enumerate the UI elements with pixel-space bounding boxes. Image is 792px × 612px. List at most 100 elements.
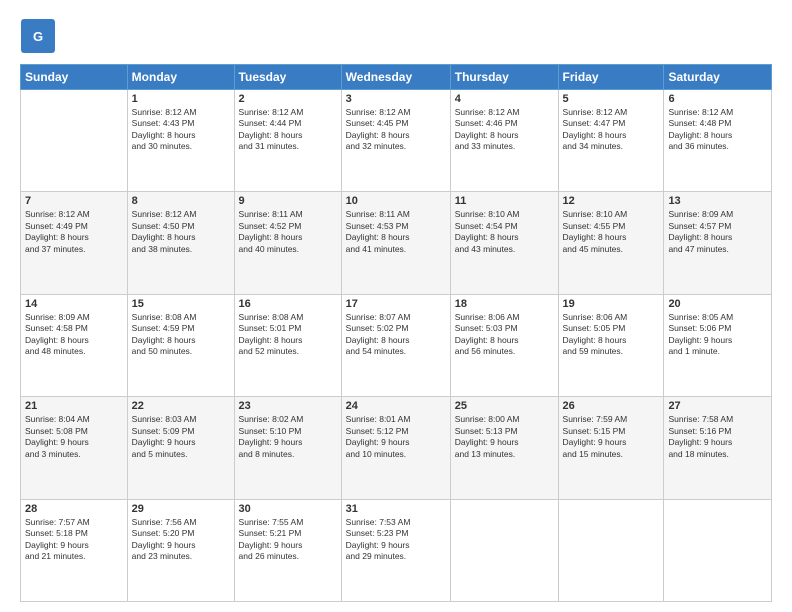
calendar-cell: 14Sunrise: 8:09 AM Sunset: 4:58 PM Dayli… xyxy=(21,294,128,396)
calendar-cell: 6Sunrise: 8:12 AM Sunset: 4:48 PM Daylig… xyxy=(664,90,772,192)
calendar-cell: 7 Sunrise: 8:12 AM Sunset: 4:49 PM Daylig… xyxy=(21,192,128,294)
calendar-cell xyxy=(21,90,128,192)
weekday-header-friday: Friday xyxy=(558,65,664,90)
day-number: 4 xyxy=(455,93,554,105)
cell-content: Sunrise: 8:09 AM Sunset: 4:57 PM Dayligh… xyxy=(668,209,767,255)
weekday-header-monday: Monday xyxy=(127,65,234,90)
calendar-page: G SundayMondayTuesdayWednesdayThursdayFr… xyxy=(0,0,792,612)
cell-content: Sunrise: 8:08 AM Sunset: 4:59 PM Dayligh… xyxy=(132,312,230,358)
day-number: 14 xyxy=(25,298,123,310)
calendar-cell: 26 Sunrise: 7:59 AM Sunset: 5:15 PM Dayli… xyxy=(558,397,664,499)
day-number: 23 xyxy=(239,400,337,412)
calendar-cell: 22Sunrise: 8:03 AM Sunset: 5:09 PM Dayli… xyxy=(127,397,234,499)
cell-content: Sunrise: 8:10 AM Sunset: 4:55 PM Dayligh… xyxy=(563,209,660,255)
calendar-cell: 24 Sunrise: 8:01 AM Sunset: 5:12 PM Dayli… xyxy=(341,397,450,499)
weekday-header-saturday: Saturday xyxy=(664,65,772,90)
day-number: 5 xyxy=(563,93,660,105)
weekday-header-wednesday: Wednesday xyxy=(341,65,450,90)
cell-content: Sunrise: 8:12 AM Sunset: 4:43 PM Dayligh… xyxy=(132,107,230,153)
cell-content: Sunrise: 8:08 AM Sunset: 5:01 PM Dayligh… xyxy=(239,312,337,358)
weekday-header-thursday: Thursday xyxy=(450,65,558,90)
weekday-header-row: SundayMondayTuesdayWednesdayThursdayFrid… xyxy=(21,65,772,90)
cell-content: Sunrise: 8:06 AM Sunset: 5:03 PM Dayligh… xyxy=(455,312,554,358)
calendar-cell xyxy=(664,499,772,601)
day-number: 27 xyxy=(668,400,767,412)
cell-content: Sunrise: 7:53 AM Sunset: 5:23 PM Dayligh… xyxy=(346,517,446,563)
day-number: 3 xyxy=(346,93,446,105)
week-row-3: 14Sunrise: 8:09 AM Sunset: 4:58 PM Dayli… xyxy=(21,294,772,396)
calendar-cell: 12 Sunrise: 8:10 AM Sunset: 4:55 PM Dayli… xyxy=(558,192,664,294)
cell-content: Sunrise: 8:11 AM Sunset: 4:53 PM Dayligh… xyxy=(346,209,446,255)
weekday-header-sunday: Sunday xyxy=(21,65,128,90)
header: G xyxy=(20,18,772,54)
calendar-cell: 19 Sunrise: 8:06 AM Sunset: 5:05 PM Dayli… xyxy=(558,294,664,396)
day-number: 19 xyxy=(563,298,660,310)
calendar-cell: 8Sunrise: 8:12 AM Sunset: 4:50 PM Daylig… xyxy=(127,192,234,294)
cell-content: Sunrise: 8:12 AM Sunset: 4:50 PM Dayligh… xyxy=(132,209,230,255)
week-row-5: 28 Sunrise: 7:57 AM Sunset: 5:18 PM Dayli… xyxy=(21,499,772,601)
cell-content: Sunrise: 8:10 AM Sunset: 4:54 PM Dayligh… xyxy=(455,209,554,255)
weekday-header-tuesday: Tuesday xyxy=(234,65,341,90)
cell-content: Sunrise: 7:57 AM Sunset: 5:18 PM Dayligh… xyxy=(25,517,123,563)
calendar-cell: 11 Sunrise: 8:10 AM Sunset: 4:54 PM Dayli… xyxy=(450,192,558,294)
calendar-cell: 25 Sunrise: 8:00 AM Sunset: 5:13 PM Dayli… xyxy=(450,397,558,499)
cell-content: Sunrise: 8:12 AM Sunset: 4:48 PM Dayligh… xyxy=(668,107,767,153)
calendar-cell: 5 Sunrise: 8:12 AM Sunset: 4:47 PM Daylig… xyxy=(558,90,664,192)
day-number: 29 xyxy=(132,503,230,515)
calendar-cell: 10 Sunrise: 8:11 AM Sunset: 4:53 PM Dayli… xyxy=(341,192,450,294)
day-number: 17 xyxy=(346,298,446,310)
day-number: 12 xyxy=(563,195,660,207)
calendar-cell: 9 Sunrise: 8:11 AM Sunset: 4:52 PM Daylig… xyxy=(234,192,341,294)
day-number: 16 xyxy=(239,298,337,310)
calendar-table: SundayMondayTuesdayWednesdayThursdayFrid… xyxy=(20,64,772,602)
calendar-cell: 16 Sunrise: 8:08 AM Sunset: 5:01 PM Dayli… xyxy=(234,294,341,396)
day-number: 2 xyxy=(239,93,337,105)
day-number: 25 xyxy=(455,400,554,412)
calendar-cell: 4Sunrise: 8:12 AM Sunset: 4:46 PM Daylig… xyxy=(450,90,558,192)
calendar-cell: 27 Sunrise: 7:58 AM Sunset: 5:16 PM Dayli… xyxy=(664,397,772,499)
logo-icon: G xyxy=(20,18,56,54)
day-number: 21 xyxy=(25,400,123,412)
calendar-cell: 21 Sunrise: 8:04 AM Sunset: 5:08 PM Dayli… xyxy=(21,397,128,499)
cell-content: Sunrise: 8:11 AM Sunset: 4:52 PM Dayligh… xyxy=(239,209,337,255)
day-number: 31 xyxy=(346,503,446,515)
day-number: 20 xyxy=(668,298,767,310)
cell-content: Sunrise: 8:05 AM Sunset: 5:06 PM Dayligh… xyxy=(668,312,767,358)
day-number: 11 xyxy=(455,195,554,207)
calendar-cell: 2 Sunrise: 8:12 AM Sunset: 4:44 PM Daylig… xyxy=(234,90,341,192)
calendar-cell: 20 Sunrise: 8:05 AM Sunset: 5:06 PM Dayli… xyxy=(664,294,772,396)
day-number: 24 xyxy=(346,400,446,412)
cell-content: Sunrise: 8:12 AM Sunset: 4:49 PM Dayligh… xyxy=(25,209,123,255)
day-number: 7 xyxy=(25,195,123,207)
day-number: 18 xyxy=(455,298,554,310)
day-number: 9 xyxy=(239,195,337,207)
week-row-4: 21 Sunrise: 8:04 AM Sunset: 5:08 PM Dayli… xyxy=(21,397,772,499)
cell-content: Sunrise: 7:59 AM Sunset: 5:15 PM Dayligh… xyxy=(563,414,660,460)
day-number: 30 xyxy=(239,503,337,515)
day-number: 28 xyxy=(25,503,123,515)
calendar-cell: 17 Sunrise: 8:07 AM Sunset: 5:02 PM Dayli… xyxy=(341,294,450,396)
cell-content: Sunrise: 8:03 AM Sunset: 5:09 PM Dayligh… xyxy=(132,414,230,460)
cell-content: Sunrise: 8:01 AM Sunset: 5:12 PM Dayligh… xyxy=(346,414,446,460)
calendar-cell: 28 Sunrise: 7:57 AM Sunset: 5:18 PM Dayli… xyxy=(21,499,128,601)
week-row-2: 7 Sunrise: 8:12 AM Sunset: 4:49 PM Daylig… xyxy=(21,192,772,294)
day-number: 26 xyxy=(563,400,660,412)
calendar-cell: 1 Sunrise: 8:12 AM Sunset: 4:43 PM Daylig… xyxy=(127,90,234,192)
day-number: 1 xyxy=(132,93,230,105)
cell-content: Sunrise: 7:58 AM Sunset: 5:16 PM Dayligh… xyxy=(668,414,767,460)
cell-content: Sunrise: 8:12 AM Sunset: 4:47 PM Dayligh… xyxy=(563,107,660,153)
day-number: 10 xyxy=(346,195,446,207)
calendar-cell: 31 Sunrise: 7:53 AM Sunset: 5:23 PM Dayli… xyxy=(341,499,450,601)
cell-content: Sunrise: 8:00 AM Sunset: 5:13 PM Dayligh… xyxy=(455,414,554,460)
logo: G xyxy=(20,18,58,54)
cell-content: Sunrise: 8:06 AM Sunset: 5:05 PM Dayligh… xyxy=(563,312,660,358)
cell-content: Sunrise: 8:12 AM Sunset: 4:44 PM Dayligh… xyxy=(239,107,337,153)
calendar-cell: 18 Sunrise: 8:06 AM Sunset: 5:03 PM Dayli… xyxy=(450,294,558,396)
week-row-1: 1 Sunrise: 8:12 AM Sunset: 4:43 PM Daylig… xyxy=(21,90,772,192)
calendar-cell xyxy=(450,499,558,601)
cell-content: Sunrise: 8:04 AM Sunset: 5:08 PM Dayligh… xyxy=(25,414,123,460)
calendar-cell: 13Sunrise: 8:09 AM Sunset: 4:57 PM Dayli… xyxy=(664,192,772,294)
calendar-cell: 3 Sunrise: 8:12 AM Sunset: 4:45 PM Daylig… xyxy=(341,90,450,192)
cell-content: Sunrise: 8:12 AM Sunset: 4:45 PM Dayligh… xyxy=(346,107,446,153)
cell-content: Sunrise: 8:07 AM Sunset: 5:02 PM Dayligh… xyxy=(346,312,446,358)
